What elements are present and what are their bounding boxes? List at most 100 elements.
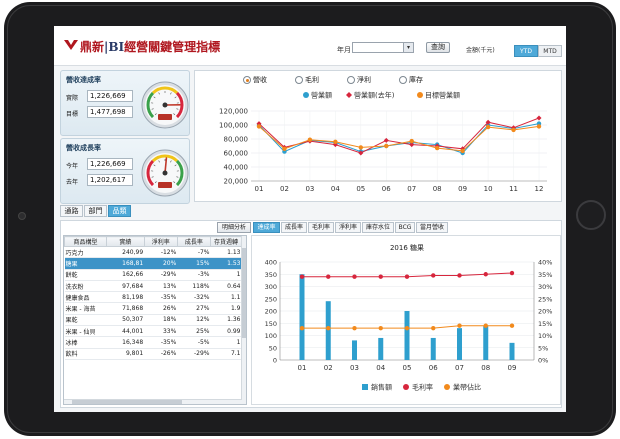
- legend-marker: [417, 92, 423, 98]
- tab-achievement-rate[interactable]: 達成率: [253, 222, 280, 233]
- year-month-select[interactable]: ▾: [352, 42, 414, 53]
- app-title: 經營關鍵管理指標: [124, 40, 221, 54]
- x-tick-label: 04: [331, 185, 340, 193]
- column-header[interactable]: 成長率: [176, 236, 212, 247]
- brand-title: 鼎新|BI經營關鍵管理指標: [80, 38, 220, 55]
- brand-logo-icon: [64, 40, 78, 50]
- tab-inventory-level[interactable]: 庫存水位: [362, 222, 394, 233]
- detail-analysis-button[interactable]: 明細分析: [217, 222, 251, 233]
- camera-icon: [18, 212, 26, 220]
- radio-net-profit[interactable]: 淨利: [347, 75, 371, 85]
- table-row[interactable]: 糖果 168,81 20% 15% 1.53: [64, 257, 242, 270]
- radio-gross-profit[interactable]: 毛利: [295, 75, 319, 85]
- bar: [483, 325, 489, 360]
- y-tick-label-right: 35%: [538, 271, 552, 279]
- revenue-gauge: [141, 81, 189, 129]
- tab-category[interactable]: 品類: [108, 205, 131, 217]
- table-row[interactable]: 冰棒 16,348 -35% -5% 1: [64, 336, 242, 349]
- table-cell: 118%: [177, 280, 211, 293]
- table-row[interactable]: 健康食品 81,198 -35% -32% 1.1: [64, 291, 242, 304]
- data-point: [509, 323, 515, 328]
- table-row[interactable]: 飲料 9,801 -26% -29% 7.1: [64, 348, 242, 360]
- category-combo-chart: 2016 糖果0501001502002503003504000%5%10%15…: [251, 235, 561, 405]
- chevron-down-icon: ▾: [403, 43, 413, 52]
- table-cell: 巧克力: [64, 246, 107, 259]
- legend-label: 銷售額: [371, 383, 392, 392]
- tab-monthly-revenue[interactable]: 當月營收: [416, 222, 448, 233]
- y-tick-label-right: 25%: [538, 295, 552, 303]
- table-row[interactable]: 米果 - 仙貝 44,001 33% 25% 0.99: [64, 325, 242, 338]
- actual-value: 1,226,669: [87, 90, 133, 102]
- query-button[interactable]: 查詢: [426, 42, 450, 53]
- x-tick-label: 08: [481, 364, 490, 372]
- y-tick-label-right: 0%: [538, 357, 548, 365]
- table-cell: 44,001: [106, 325, 145, 338]
- tablet-frame: 鼎新|BI經營關鍵管理指標 年月 ▾ 查詢 金額(千元) YTD MTD 營收達…: [4, 2, 616, 436]
- table-cell: -35%: [144, 336, 178, 349]
- last-year-value: 1,202,617: [87, 174, 133, 186]
- table-cell: 1: [210, 269, 242, 281]
- x-tick-label: 02: [324, 364, 333, 372]
- tab-channel[interactable]: 通路: [60, 205, 83, 217]
- radio-inventory-label: 庫存: [409, 76, 423, 84]
- mtd-toggle[interactable]: MTD: [538, 45, 562, 57]
- target-value: 1,477,698: [87, 106, 133, 118]
- tab-net-margin[interactable]: 淨利率: [335, 222, 361, 233]
- table-row[interactable]: 洗衣粉 97,684 13% 118% 0.64: [64, 280, 242, 293]
- table-header-row: 商品構型 實績 淨利率 成長率 存貨週轉: [63, 236, 242, 247]
- data-point: [326, 274, 331, 279]
- column-header[interactable]: 實績: [106, 236, 145, 247]
- column-header[interactable]: 存貨週轉: [210, 236, 242, 247]
- table-cell: 81,198: [106, 291, 145, 304]
- bar: [404, 311, 410, 360]
- series-line: [258, 125, 540, 152]
- data-point: [536, 115, 542, 121]
- radio-dot-icon: [399, 76, 407, 84]
- actual-label: 實際: [66, 95, 79, 102]
- table-cell: 1.36: [210, 314, 242, 327]
- scroll-thumb[interactable]: [242, 248, 246, 338]
- tab-growth-rate[interactable]: 成長率: [281, 222, 307, 233]
- data-point: [352, 325, 357, 331]
- table-row[interactable]: 餅乾 162,66 -29% -3% 1: [64, 269, 242, 281]
- radio-revenue[interactable]: 營收: [243, 75, 267, 85]
- table-cell: 12%: [177, 314, 211, 327]
- table-cell: 13%: [144, 280, 178, 293]
- x-tick-label: 07: [455, 364, 464, 372]
- table-cell: 71,868: [106, 302, 145, 315]
- radio-gross-profit-label: 毛利: [305, 76, 319, 84]
- table-cell: -7%: [177, 246, 211, 259]
- x-tick-label: 12: [535, 185, 544, 193]
- data-point: [457, 323, 462, 328]
- bar: [352, 340, 357, 360]
- x-tick-label: 03: [305, 185, 314, 193]
- x-tick-label: 09: [458, 185, 467, 193]
- radio-inventory[interactable]: 庫存: [399, 75, 423, 85]
- category-panel: 明細分析 商品構型 實績 淨利率 成長率 存貨週轉 巧克力 240,99 -12% -…: [60, 220, 562, 408]
- data-point: [485, 124, 491, 130]
- radio-dot-icon: [243, 76, 251, 84]
- ytd-toggle[interactable]: YTD: [514, 45, 538, 57]
- table-cell: 25%: [177, 325, 211, 338]
- horizontal-scrollbar[interactable]: [64, 399, 242, 404]
- table-row[interactable]: 巧克力 240,99 -12% -7% 1.13: [64, 246, 242, 259]
- home-button[interactable]: [576, 200, 606, 230]
- table-cell: -5%: [177, 336, 211, 349]
- vertical-scrollbar[interactable]: [241, 236, 246, 404]
- tab-gross-margin[interactable]: 毛利率: [308, 222, 334, 233]
- legend-marker: [346, 92, 352, 98]
- legend-item: 營業額: [303, 91, 332, 100]
- data-point: [383, 137, 389, 143]
- table-row[interactable]: 米果 - 海苔 71,868 26% 27% 1.9: [64, 302, 242, 315]
- column-header[interactable]: 商品構型: [63, 236, 108, 247]
- table-cell: 97,684: [106, 280, 145, 293]
- tab-department[interactable]: 部門: [84, 205, 107, 217]
- scroll-thumb[interactable]: [72, 400, 182, 404]
- tab-bcg[interactable]: BCG: [395, 222, 415, 233]
- column-header[interactable]: 淨利率: [143, 236, 178, 247]
- table-row[interactable]: 果乾 50,307 18% 12% 1.36: [64, 314, 242, 327]
- table-cell: 1.13: [210, 246, 242, 259]
- y-tick-label-right: 20%: [538, 308, 552, 316]
- data-point: [326, 325, 331, 331]
- table-cell: 米果 - 海苔: [64, 302, 107, 315]
